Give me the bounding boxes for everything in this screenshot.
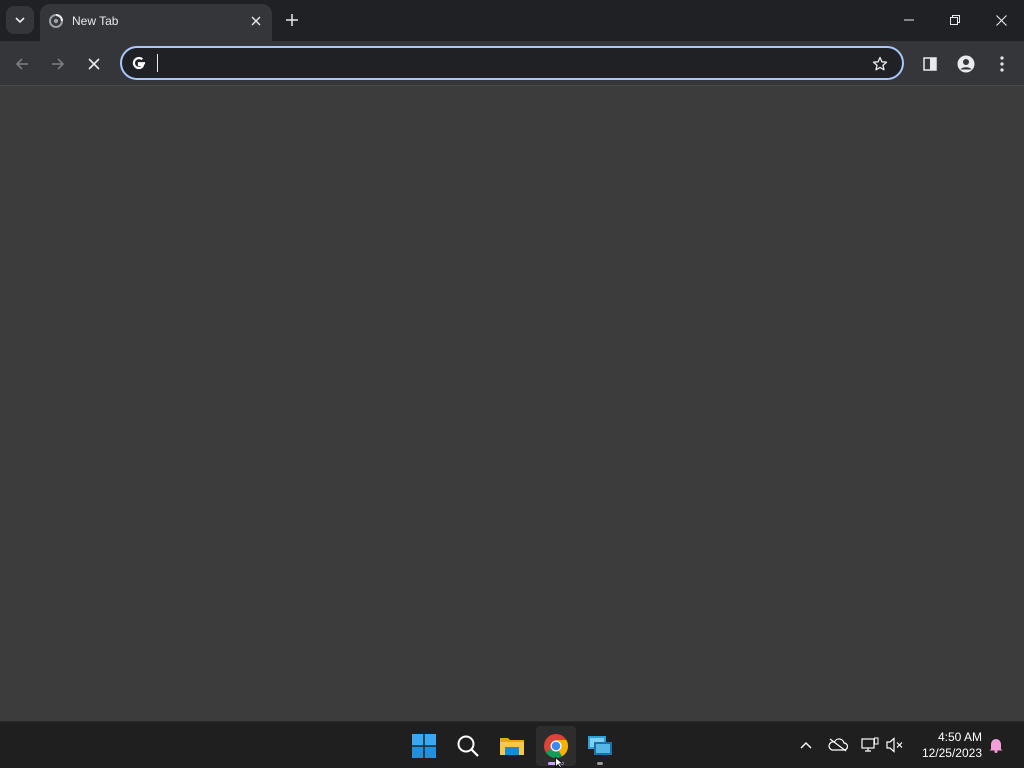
close-icon — [251, 16, 261, 26]
address-bar[interactable] — [120, 46, 904, 80]
stop-button[interactable] — [80, 50, 108, 78]
text-caret — [157, 54, 158, 72]
profile-button[interactable] — [952, 50, 980, 78]
browser-toolbar — [0, 41, 1024, 86]
google-icon — [130, 54, 148, 72]
side-panel-button[interactable] — [916, 50, 944, 78]
profile-icon — [957, 55, 975, 73]
running-indicator — [597, 762, 603, 765]
clock-date: 12/25/2023 — [921, 746, 982, 760]
tab-title: New Tab — [72, 14, 119, 28]
tab-new-tab[interactable]: New Tab — [40, 4, 272, 41]
stop-icon — [88, 58, 100, 70]
search-button[interactable] — [448, 726, 488, 766]
side-panel-icon — [923, 57, 937, 71]
restore-icon — [950, 15, 960, 25]
notification-bell-icon — [989, 739, 1003, 753]
arrow-left-icon — [15, 58, 28, 70]
windows-start-icon — [412, 734, 436, 758]
chevron-down-icon — [15, 17, 25, 24]
menu-button[interactable] — [988, 50, 1016, 78]
plus-icon — [286, 14, 298, 26]
close-icon — [995, 14, 1007, 26]
star-icon — [872, 56, 888, 71]
file-explorer-button[interactable] — [492, 726, 532, 766]
back-button[interactable] — [8, 50, 36, 78]
network-button[interactable] — [859, 734, 881, 756]
folder-icon — [500, 738, 524, 755]
bookmark-button[interactable] — [870, 54, 890, 74]
close-tab-button[interactable] — [248, 13, 264, 29]
chrome-icon — [544, 734, 568, 759]
address-input[interactable] — [156, 52, 856, 74]
search-icon — [457, 735, 479, 757]
kebab-menu-icon — [1000, 56, 1004, 72]
minimize-icon — [904, 19, 914, 21]
volume-button[interactable] — [884, 734, 906, 756]
loading-icon — [49, 14, 63, 28]
new-tab-button[interactable] — [280, 8, 304, 32]
tab-search-button[interactable] — [6, 6, 34, 34]
system-clock[interactable]: 4:50 AM 12/25/2023 — [922, 729, 982, 761]
remote-desktop-button[interactable] — [580, 726, 620, 766]
browser-titlebar: New Tab — [0, 0, 1024, 41]
close-window-button[interactable] — [978, 0, 1024, 40]
chevron-up-icon — [800, 742, 812, 749]
start-button[interactable] — [404, 726, 444, 766]
mouse-cursor-icon — [555, 757, 565, 768]
notification-center-button[interactable] — [985, 734, 1007, 756]
onedrive-button[interactable] — [827, 734, 849, 756]
remote-desktop-icon — [588, 736, 612, 755]
volume-muted-icon — [886, 737, 903, 753]
page-content — [0, 86, 1024, 721]
taskbar: 4:50 AM 12/25/2023 — [0, 721, 1024, 768]
onedrive-off-icon — [828, 738, 848, 752]
network-icon — [861, 737, 879, 752]
show-hidden-icons-button[interactable] — [795, 734, 817, 756]
forward-button[interactable] — [44, 50, 72, 78]
arrow-right-icon — [52, 58, 65, 70]
minimize-button[interactable] — [886, 0, 932, 40]
clock-time: 4:50 AM — [937, 730, 982, 744]
restore-button[interactable] — [932, 0, 978, 40]
